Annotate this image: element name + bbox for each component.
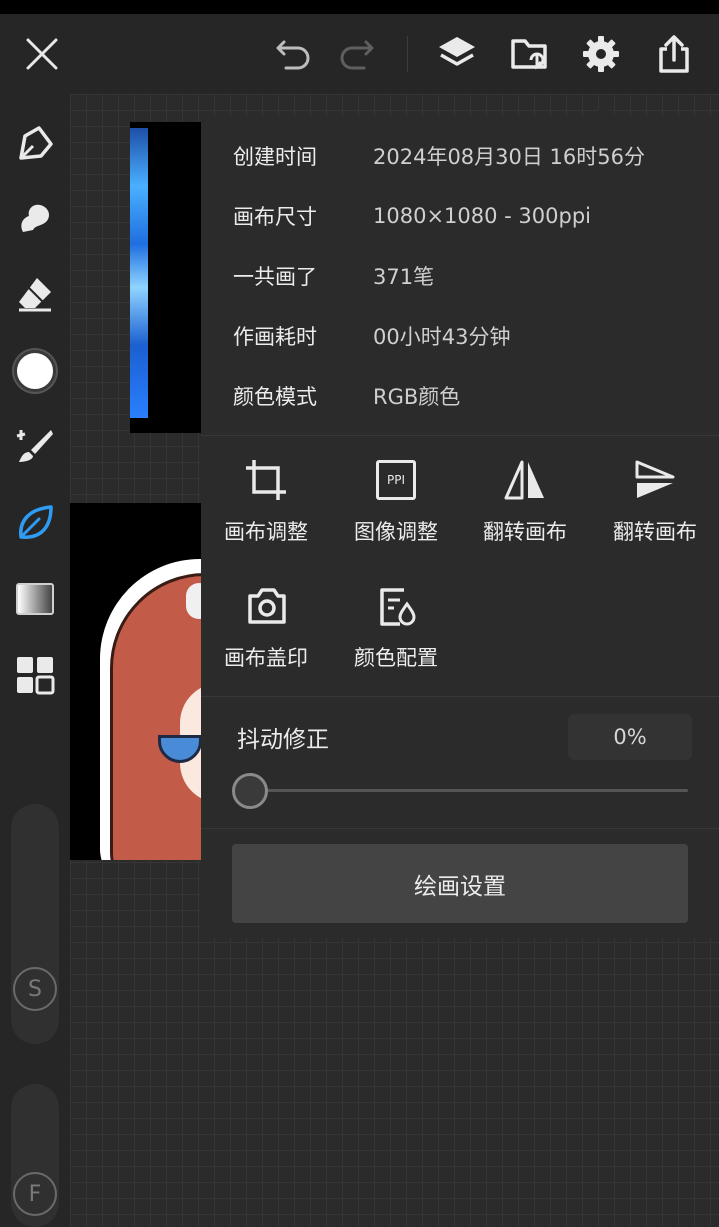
panel-divider [201, 435, 719, 436]
info-label: 一共画了 [233, 265, 317, 289]
camera-icon [242, 582, 290, 630]
top-toolbar [0, 14, 719, 94]
color-circle[interactable] [11, 347, 59, 395]
popover-arrow [592, 104, 616, 116]
flip-horizontal-button[interactable]: 翻转画布 [460, 446, 590, 556]
size-slider-icon: S [13, 967, 57, 1011]
color-profile-icon [372, 582, 420, 630]
info-value: RGB颜色 [373, 385, 461, 409]
panel-divider [201, 828, 719, 829]
canvas-stamp-button[interactable]: 画布盖印 [201, 572, 331, 682]
gear-icon[interactable] [579, 32, 623, 76]
action-label: 颜色配置 [354, 646, 438, 670]
gradient-icon[interactable] [11, 575, 59, 623]
action-label: 图像调整 [354, 520, 438, 544]
canvas-artwork-sticker [70, 503, 205, 860]
flip-horizontal-icon [501, 456, 549, 504]
action-label: 翻转画布 [483, 520, 567, 544]
color-profile-button[interactable]: 颜色配置 [331, 572, 461, 682]
info-row-created: 创建时间 2024年08月30日 16时56分 [233, 141, 645, 171]
pen-icon[interactable] [11, 120, 59, 168]
stabilizer-label: 抖动修正 [237, 727, 329, 753]
image-adjust-button[interactable]: PPI 图像调整 [331, 446, 461, 556]
flip-vertical-icon [631, 456, 679, 504]
flow-slider-icon: F [13, 1172, 57, 1216]
action-label: 画布调整 [224, 520, 308, 544]
info-row-color-mode: 颜色模式 RGB颜色 [233, 381, 460, 411]
stabilizer-value[interactable]: 0% [568, 714, 692, 760]
info-row-time: 作画耗时 00小时43分钟 [233, 321, 510, 351]
info-row-canvas-size: 画布尺寸 1080×1080 - 300ppi [233, 201, 591, 231]
info-value: 00小时43分钟 [373, 325, 511, 349]
info-label: 作画耗时 [233, 325, 317, 349]
action-label: 翻转画布 [613, 520, 697, 544]
info-row-strokes: 一共画了 371笔 [233, 261, 434, 291]
info-value: 2024年08月30日 16时56分 [373, 145, 646, 169]
info-label: 颜色模式 [233, 385, 317, 409]
brush-icon[interactable] [11, 422, 59, 470]
share-icon[interactable] [652, 32, 696, 76]
redo-icon[interactable] [334, 32, 378, 76]
canvas-artwork-top [130, 122, 205, 433]
flip-vertical-button[interactable]: 翻转画布 [590, 446, 719, 556]
close-icon[interactable] [20, 32, 64, 76]
stabilizer-thumb[interactable] [232, 773, 268, 809]
info-label: 画布尺寸 [233, 205, 317, 229]
info-value: 1080×1080 - 300ppi [373, 204, 591, 228]
layers-icon[interactable] [435, 32, 479, 76]
toolbar-divider [407, 36, 408, 72]
info-value: 371笔 [373, 265, 435, 289]
smudge-icon[interactable] [11, 194, 59, 242]
undo-icon[interactable] [272, 32, 316, 76]
drawing-settings-button[interactable]: 绘画设置 [232, 844, 688, 923]
canvas-settings-panel: 创建时间 2024年08月30日 16时56分 画布尺寸 1080×1080 -… [201, 116, 719, 938]
canvas-adjust-button[interactable]: 画布调整 [201, 446, 331, 556]
leaf-icon[interactable] [11, 499, 59, 547]
crop-icon [242, 456, 290, 504]
ppi-icon: PPI [372, 456, 420, 504]
eraser-icon[interactable] [11, 270, 59, 318]
artwork-strip [130, 128, 148, 418]
folder-icon[interactable] [508, 32, 552, 76]
action-label: 画布盖印 [224, 646, 308, 670]
status-bar [0, 0, 719, 14]
panel-divider [201, 696, 719, 697]
info-label: 创建时间 [233, 145, 317, 169]
stabilizer-slider[interactable] [233, 789, 688, 792]
left-toolbar: S F [0, 94, 70, 1227]
grid-icon[interactable] [11, 651, 59, 699]
